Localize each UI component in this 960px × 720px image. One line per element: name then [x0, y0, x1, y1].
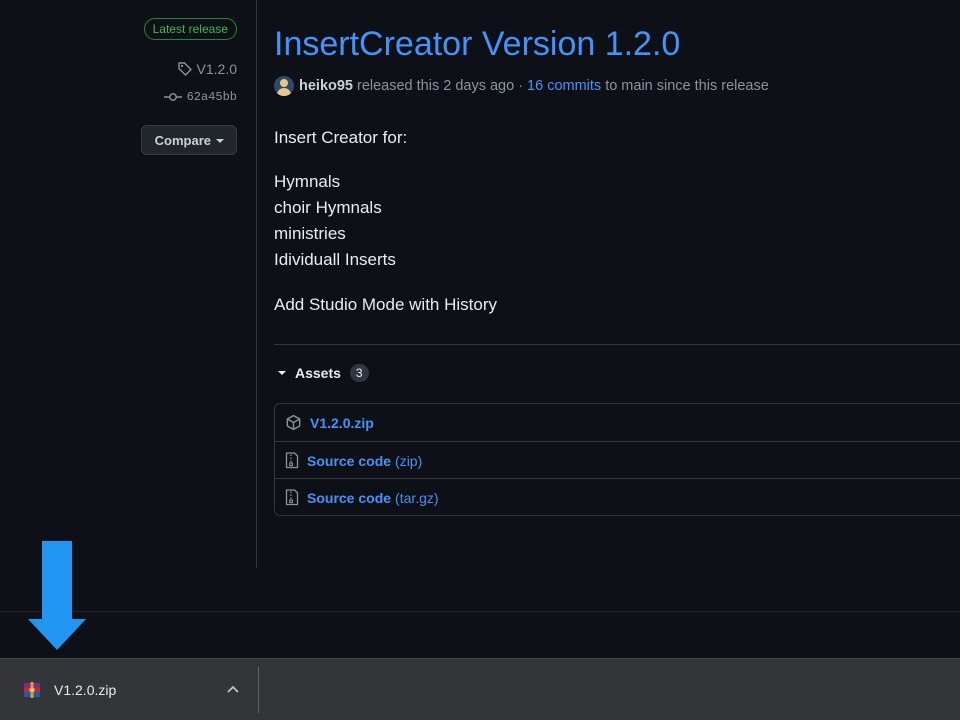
asset-name[interactable]: V1.2.0.zip: [310, 415, 374, 431]
commit-link[interactable]: 62a45bb: [163, 90, 237, 104]
sidebar-divider: [256, 0, 257, 568]
tag-icon: [177, 62, 192, 76]
download-file-name: V1.2.0.zip: [54, 681, 117, 698]
file-zip-icon: [285, 489, 299, 506]
asset-name[interactable]: Source code: [307, 453, 391, 469]
commit-sha: 62a45bb: [186, 90, 237, 104]
assets-list: V1.2.0.zip Source code (zip) Source code…: [274, 403, 960, 516]
asset-format[interactable]: (zip): [395, 453, 422, 469]
download-item[interactable]: V1.2.0.zip: [0, 659, 258, 720]
assets-toggle[interactable]: Assets 3: [278, 364, 369, 382]
package-icon: [286, 414, 301, 431]
asset-name[interactable]: Source code: [307, 490, 391, 506]
compare-button[interactable]: Compare: [140, 125, 237, 155]
file-zip-icon: [285, 452, 299, 469]
release-title[interactable]: InsertCreator Version 1.2.0: [274, 25, 680, 64]
assets-label: Assets: [295, 365, 341, 381]
release-intro: Insert Creator for:: [274, 128, 408, 147]
triangle-down-icon: [278, 371, 286, 375]
list-item: choir Hymnals: [274, 198, 382, 217]
winrar-archive-icon: [24, 681, 40, 698]
compare-label: Compare: [154, 133, 211, 148]
git-commit-icon: [163, 93, 182, 101]
download-bar: V1.2.0.zip: [0, 658, 960, 720]
avatar[interactable]: [274, 76, 294, 96]
download-separator: [258, 667, 259, 713]
list-item: Hymnals: [274, 172, 341, 191]
latest-release-badge: Latest release: [143, 18, 237, 40]
list-item: Idividuall Inserts: [274, 250, 396, 269]
asset-row[interactable]: Source code (tar.gz): [275, 478, 960, 516]
caret-down-icon: [216, 138, 224, 143]
release-note: Add Studio Mode with History: [274, 295, 497, 314]
tag-link[interactable]: V1.2.0: [177, 61, 237, 77]
asset-row[interactable]: Source code (zip): [275, 441, 960, 479]
tag-label: V1.2.0: [196, 61, 237, 77]
commits-link[interactable]: 16 commits: [527, 78, 601, 94]
release-list: Hymnals choir Hymnals ministries Idividu…: [274, 169, 396, 273]
author-link[interactable]: heiko95: [299, 78, 353, 94]
commits-suffix: to main since this release: [605, 78, 769, 94]
list-item: ministries: [274, 224, 346, 243]
page-divider: [0, 611, 960, 612]
asset-format[interactable]: (tar.gz): [395, 490, 439, 506]
assets-divider: [274, 344, 960, 345]
assets-count: 3: [349, 364, 369, 382]
arrow-down-icon: [28, 541, 86, 650]
release-sidebar: Latest release V1.2.0 62a45bb Compare: [0, 0, 256, 568]
asset-row[interactable]: V1.2.0.zip: [275, 404, 960, 441]
chevron-up-icon[interactable]: [226, 683, 240, 695]
released-text: released this 2 days ago ·: [357, 78, 524, 94]
release-meta: heiko95 released this 2 days ago · 16 co…: [274, 76, 769, 96]
